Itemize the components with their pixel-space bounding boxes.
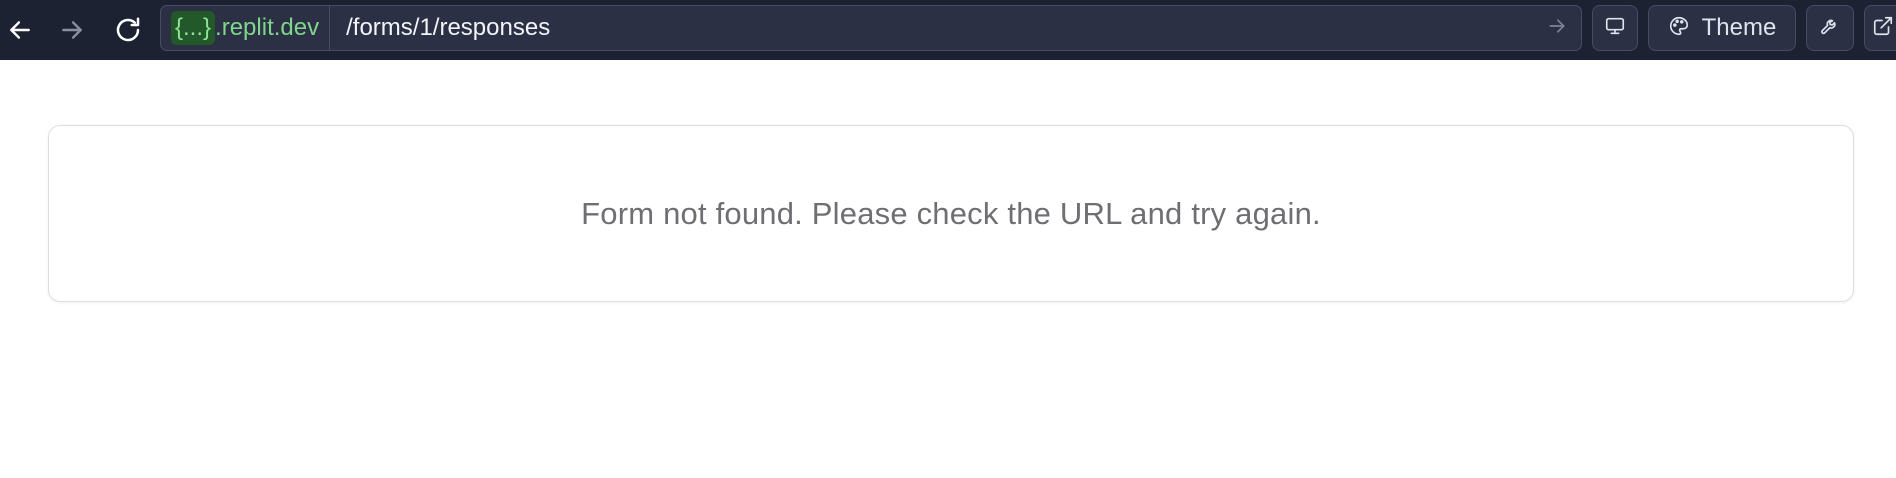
error-card: Form not found. Please check the URL and… (48, 125, 1854, 302)
error-message: Form not found. Please check the URL and… (581, 195, 1321, 231)
reload-button[interactable] (108, 10, 148, 50)
url-path-input[interactable] (330, 6, 1533, 50)
open-external-button[interactable] (1864, 5, 1896, 51)
external-link-icon (1872, 15, 1894, 42)
theme-button[interactable]: Theme (1648, 5, 1796, 51)
address-bar: {...} .replit.dev (160, 5, 1582, 51)
browser-toolbar: {...} .replit.dev /forms/1/responses The… (0, 0, 1896, 60)
monitor-icon (1604, 15, 1626, 42)
wrench-icon (1819, 15, 1841, 42)
back-button[interactable] (0, 10, 40, 50)
arrow-left-icon (7, 17, 33, 43)
host-badge: {...} (171, 11, 216, 45)
reload-icon (113, 15, 143, 45)
forward-button[interactable] (52, 10, 92, 50)
page-content: Form not found. Please check the URL and… (0, 60, 1896, 478)
url-go-button[interactable] (1533, 6, 1581, 50)
arrow-right-icon (1547, 16, 1567, 41)
palette-icon (1668, 15, 1690, 42)
arrow-right-icon (59, 17, 85, 43)
host-domain: .replit.dev (215, 14, 320, 41)
devtools-button[interactable] (1806, 5, 1854, 51)
theme-label: Theme (1701, 14, 1777, 41)
device-preview-button[interactable] (1592, 5, 1638, 51)
url-host[interactable]: {...} .replit.dev (161, 6, 331, 50)
